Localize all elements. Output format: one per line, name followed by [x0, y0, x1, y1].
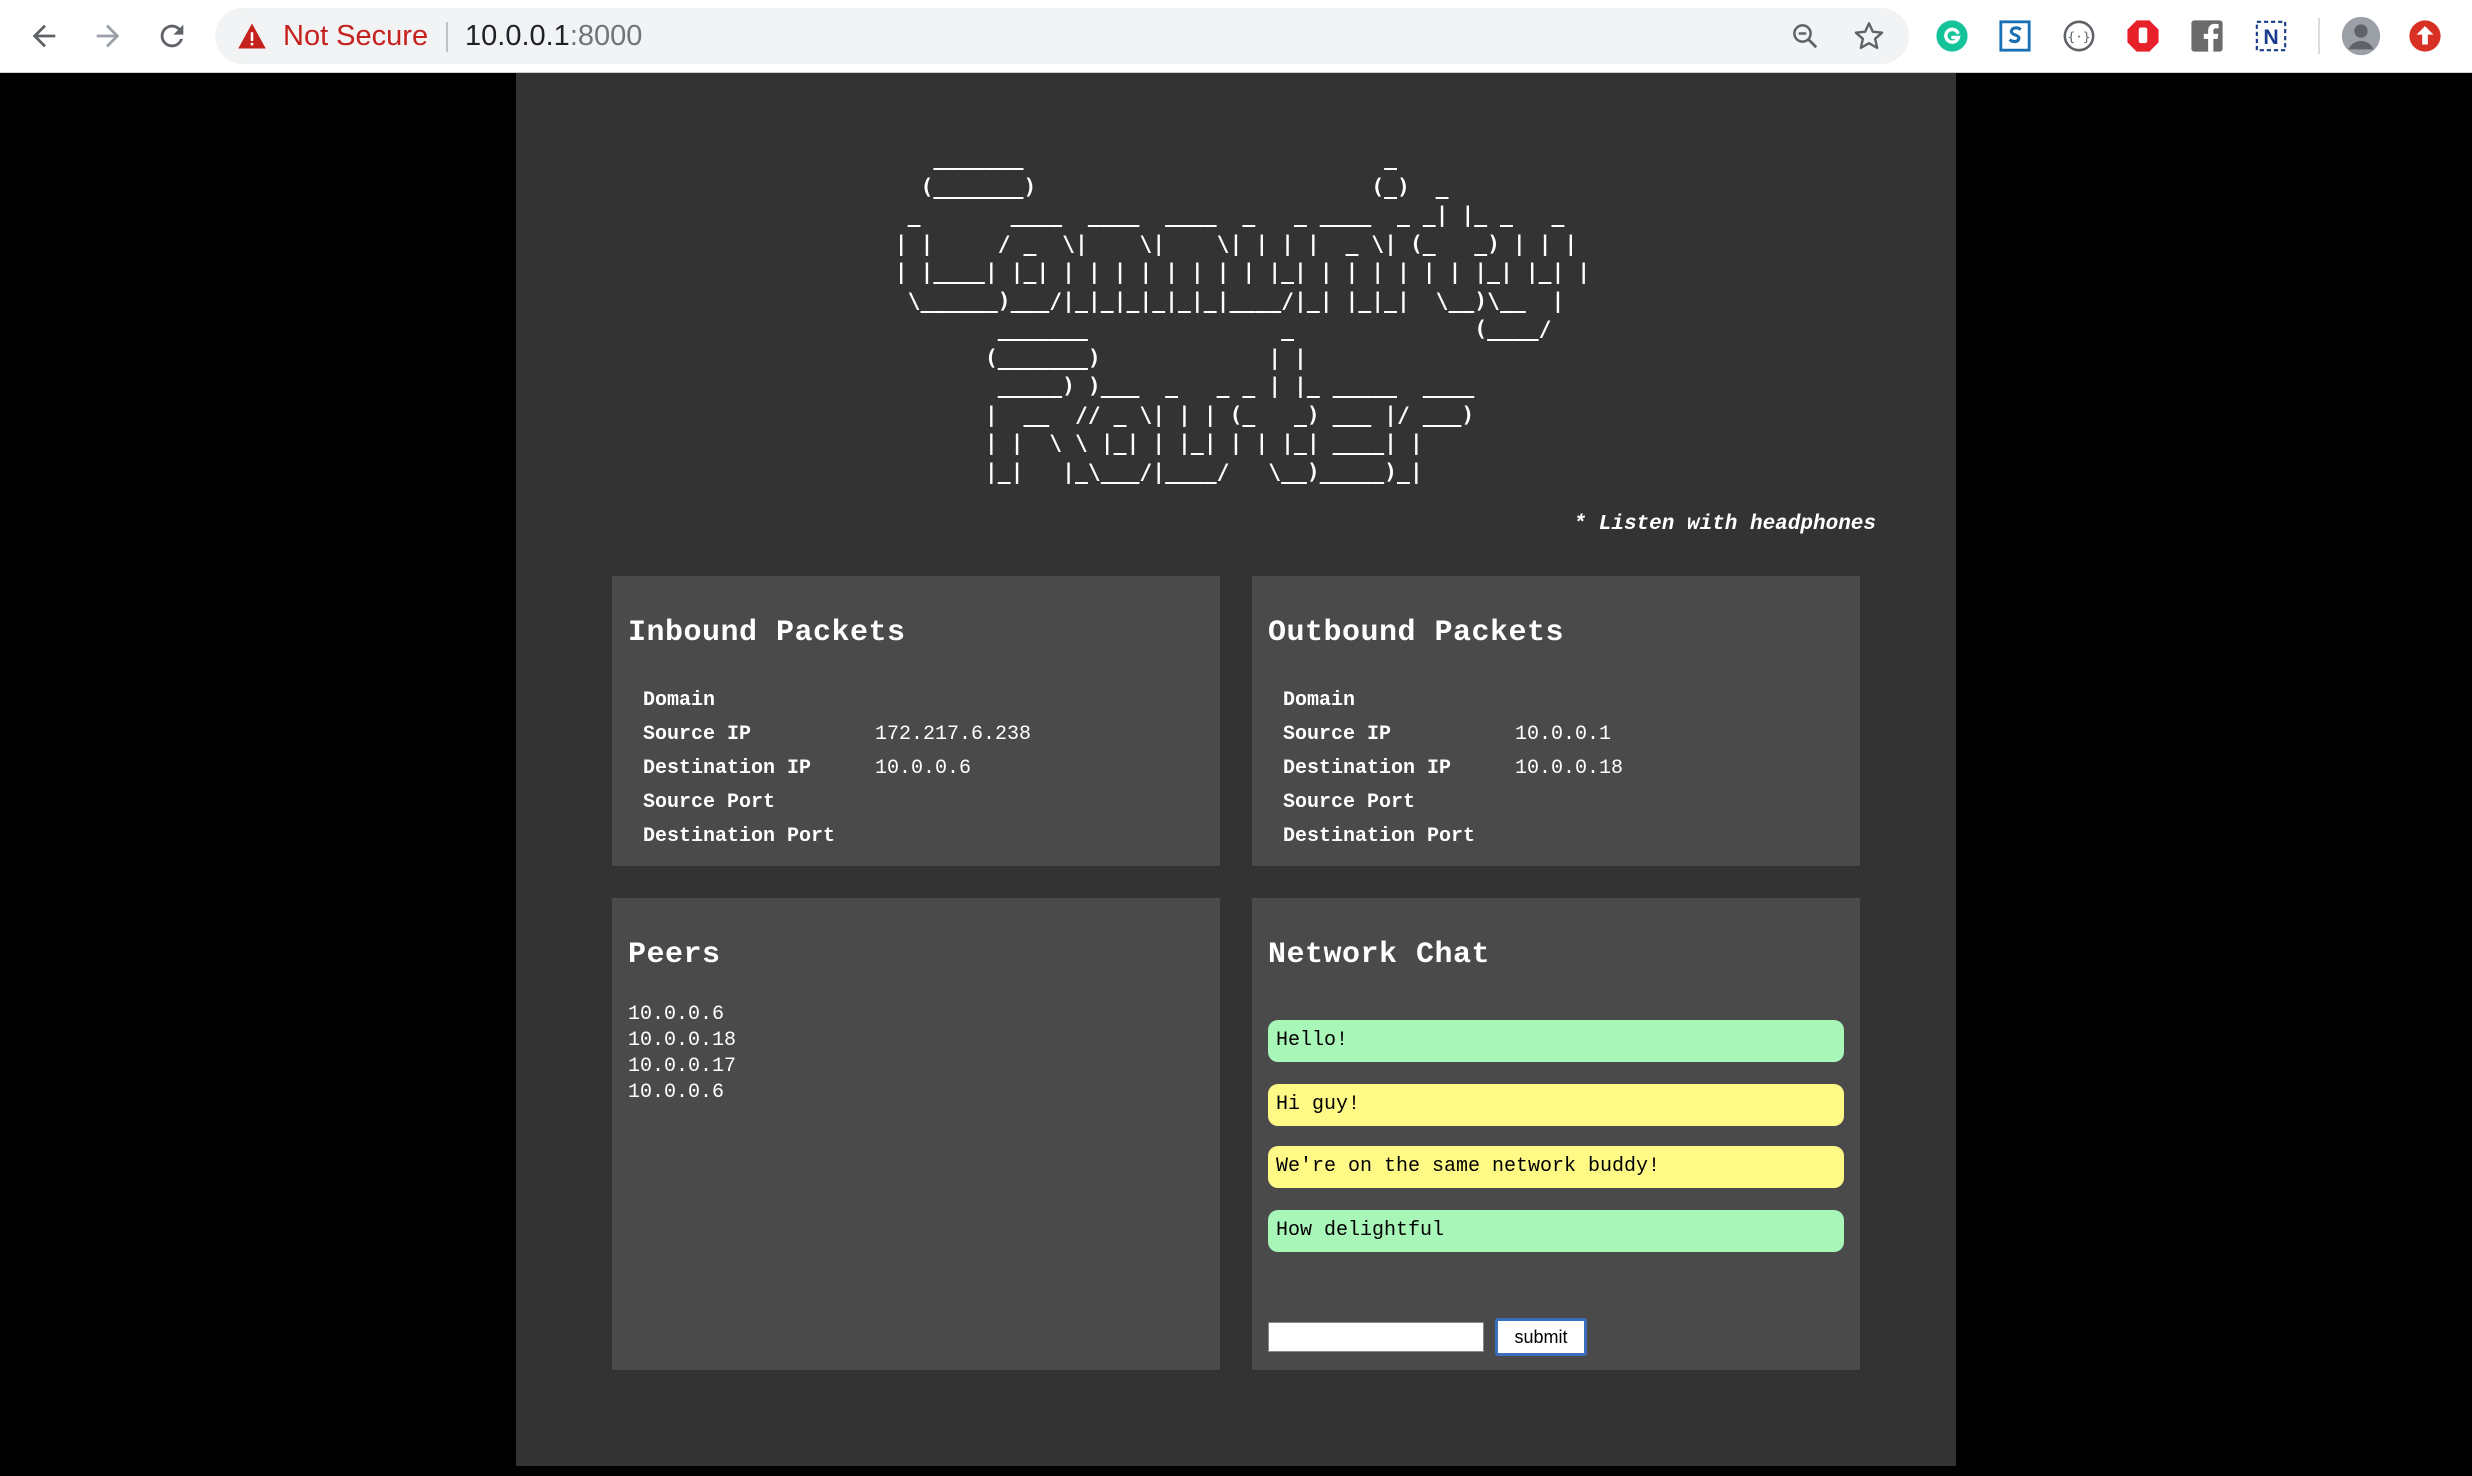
table-row: Destination IP 10.0.0.6: [643, 752, 1031, 786]
table-row: Source IP 10.0.0.1: [1283, 718, 1623, 752]
table-row: Domain: [1283, 684, 1623, 718]
reload-button[interactable]: [144, 8, 200, 64]
panel-title: Outbound Packets: [1268, 616, 1565, 650]
table-row: Destination Port: [643, 820, 1031, 854]
url-text[interactable]: 10.0.0.1:8000: [465, 18, 642, 54]
row-key: Source Port: [643, 791, 776, 814]
warning-icon: [237, 22, 267, 55]
router-page: _______ _ (_______) (_) _ _ ____ ____ __…: [516, 73, 1956, 1466]
panel-title: Inbound Packets: [628, 616, 906, 650]
list-item: 10.0.0.17: [628, 1055, 737, 1078]
toolbar-divider: [2318, 18, 2320, 54]
browser-toolbar: Not Secure 10.0.0.1:8000 {·} N: [0, 0, 2472, 73]
row-key: Destination IP: [643, 757, 812, 780]
panel-title: Network Chat: [1268, 938, 1491, 972]
url-port: :8000: [569, 20, 643, 52]
star-icon[interactable]: [1851, 18, 1887, 54]
update-icon[interactable]: [2403, 14, 2447, 58]
panel-title: Peers: [628, 938, 721, 972]
s-extension-icon[interactable]: [1993, 14, 2037, 58]
tagline: * Listen with headphones: [1573, 513, 1876, 536]
row-key: Source Port: [1283, 791, 1416, 814]
table-row: Source IP 172.217.6.238: [643, 718, 1031, 752]
code-extension-icon[interactable]: {·}: [2057, 14, 2101, 58]
forward-arrow-icon: [96, 24, 120, 48]
row-key: Destination Port: [643, 825, 836, 848]
table-row: Domain: [643, 684, 1031, 718]
ascii-title: _______ _ (_______) (_) _ _ ____ ____ __…: [894, 146, 1591, 485]
table-row: Source Port: [1283, 786, 1623, 820]
row-key: Domain: [1283, 689, 1356, 712]
chat-message: How delightful: [1268, 1210, 1844, 1252]
table-row: Destination IP 10.0.0.18: [1283, 752, 1623, 786]
outbound-table: Domain Source IP 10.0.0.1 Destination IP 1…: [1283, 684, 1623, 854]
row-value: 10.0.0.1: [1515, 723, 1612, 746]
table-row: Source Port: [643, 786, 1031, 820]
row-key: Domain: [643, 689, 716, 712]
forward-button[interactable]: [80, 8, 136, 64]
chat-input[interactable]: [1268, 1322, 1484, 1352]
zoom-icon[interactable]: [1787, 18, 1823, 54]
list-item: 10.0.0.18: [628, 1029, 737, 1052]
outbound-packets-panel: Outbound Packets Domain Source IP 10.0.0.…: [1252, 576, 1860, 866]
table-row: Destination Port: [1283, 820, 1623, 854]
row-key: Source IP: [1283, 723, 1392, 746]
security-label[interactable]: Not Secure: [283, 18, 428, 54]
list-item: 10.0.0.6: [628, 1003, 725, 1026]
address-bar[interactable]: Not Secure 10.0.0.1:8000: [215, 8, 1909, 64]
chat-message: Hi guy!: [1268, 1084, 1844, 1126]
avatar-icon[interactable]: [2339, 14, 2383, 58]
inbound-table: Domain Source IP 172.217.6.238 Destinatio…: [643, 684, 1031, 854]
row-value: 10.0.0.6: [875, 757, 972, 780]
stop-extension-icon[interactable]: [2121, 14, 2165, 58]
reload-icon: [160, 24, 184, 48]
svg-text:{·}: {·}: [2067, 30, 2090, 45]
svg-text:N: N: [2263, 25, 2278, 49]
peers-panel: Peers 10.0.0.6 10.0.0.18 10.0.0.17 10.0.…: [612, 898, 1220, 1370]
peers-list: 10.0.0.6 10.0.0.18 10.0.0.17 10.0.0.6: [628, 1002, 736, 1106]
chat-message: Hello!: [1268, 1020, 1844, 1062]
list-item: 10.0.0.6: [628, 1081, 725, 1104]
back-arrow-icon: [32, 24, 56, 48]
inbound-packets-panel: Inbound Packets Domain Source IP 172.217.…: [612, 576, 1220, 866]
network-chat-panel: Network Chat Hello! Hi guy! We're on the…: [1252, 898, 1860, 1370]
omnibox-divider: [446, 22, 448, 52]
row-key: Destination Port: [1283, 825, 1476, 848]
row-key: Source IP: [643, 723, 752, 746]
row-key: Destination IP: [1283, 757, 1452, 780]
row-value: 172.217.6.238: [875, 723, 1032, 746]
row-value: 10.0.0.18: [1515, 757, 1624, 780]
back-button[interactable]: [16, 8, 72, 64]
url-host: 10.0.0.1: [465, 20, 570, 52]
chat-message: We're on the same network buddy!: [1268, 1146, 1844, 1188]
submit-button[interactable]: submit: [1495, 1318, 1587, 1356]
ascii-title-wrap: _______ _ (_______) (_) _ _ ____ ____ __…: [516, 145, 1956, 487]
grammarly-icon[interactable]: [1930, 14, 1974, 58]
n-extension-icon[interactable]: N: [2249, 14, 2293, 58]
facebook-icon[interactable]: [2185, 14, 2229, 58]
